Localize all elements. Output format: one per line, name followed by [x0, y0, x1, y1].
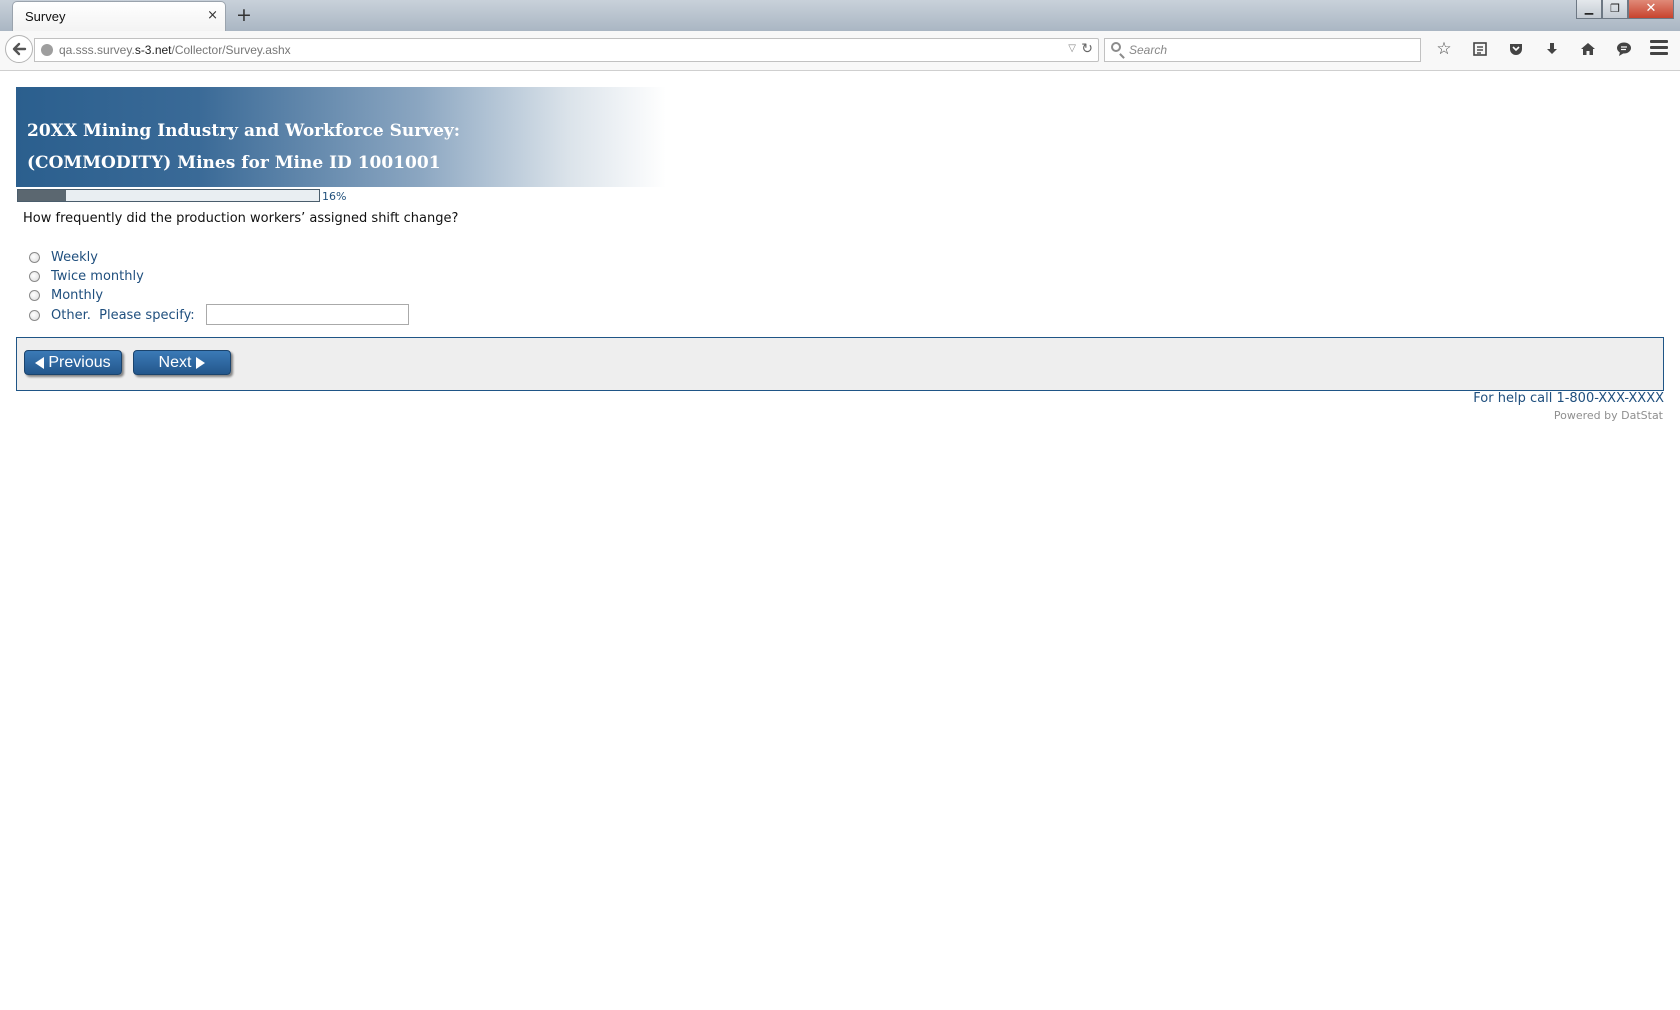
back-arrow-icon: [12, 42, 27, 56]
option-monthly[interactable]: Monthly: [29, 288, 103, 303]
question-text: How frequently did the production worker…: [23, 211, 459, 226]
download-icon[interactable]: [1538, 35, 1566, 63]
reading-list-icon[interactable]: [1466, 35, 1494, 63]
tab-title: Survey: [25, 9, 66, 24]
option-label[interactable]: Twice monthly: [51, 269, 144, 284]
back-button[interactable]: [5, 35, 33, 63]
url-text[interactable]: qa.sss.survey.s-3.net/Collector/Survey.a…: [59, 43, 291, 57]
search-bar[interactable]: [1104, 38, 1421, 62]
next-button[interactable]: Next: [133, 350, 231, 375]
arrow-left-icon: [35, 356, 45, 369]
toolbar-icons: ☆: [1430, 35, 1638, 63]
progress-fill: [18, 190, 67, 201]
previous-button[interactable]: Previous: [24, 350, 122, 375]
option-other[interactable]: Other. Please specify:: [29, 308, 195, 323]
tab-survey[interactable]: Survey ×: [12, 1, 226, 31]
option-label[interactable]: Weekly: [51, 250, 98, 265]
radio-weekly[interactable]: [29, 252, 40, 263]
option-label[interactable]: Other. Please specify:: [51, 308, 195, 323]
survey-banner: 20XX Mining Industry and Workforce Surve…: [16, 87, 666, 187]
radio-monthly[interactable]: [29, 290, 40, 301]
option-twice-monthly[interactable]: Twice monthly: [29, 269, 144, 284]
next-button-label: Next: [158, 353, 192, 371]
powered-by-text: Powered by DatStat: [1553, 409, 1663, 422]
chat-icon[interactable]: [1610, 35, 1638, 63]
close-tab-icon[interactable]: ×: [207, 8, 218, 23]
radio-other[interactable]: [29, 310, 40, 321]
minimize-window-button[interactable]: ▁: [1576, 0, 1602, 19]
survey-title-line1: 20XX Mining Industry and Workforce Surve…: [27, 121, 461, 141]
survey-title-line2: (COMMODITY) Mines for Mine ID 1001001: [27, 153, 441, 173]
option-weekly[interactable]: Weekly: [29, 250, 98, 265]
progress-bar: [17, 189, 320, 202]
site-identity-icon[interactable]: [41, 44, 53, 56]
browser-navbar: qa.sss.survey.s-3.net/Collector/Survey.a…: [0, 31, 1680, 71]
home-icon[interactable]: [1574, 35, 1602, 63]
other-specify-field[interactable]: [206, 304, 409, 325]
navigation-panel: Previous Next: [16, 337, 1664, 391]
menu-icon[interactable]: [1650, 40, 1668, 56]
window-controls: ▁ ❐ ✕: [1576, 0, 1674, 20]
search-input[interactable]: [1129, 41, 1409, 59]
new-tab-button[interactable]: +: [236, 4, 252, 26]
url-bar[interactable]: qa.sss.survey.s-3.net/Collector/Survey.a…: [34, 38, 1099, 62]
arrow-right-icon: [196, 356, 206, 369]
pocket-icon[interactable]: [1502, 35, 1530, 63]
bookmark-star-icon[interactable]: ☆: [1430, 35, 1458, 63]
previous-button-label: Previous: [48, 353, 111, 371]
search-icon: [1111, 42, 1121, 52]
progress-label: 16%: [322, 190, 347, 203]
help-text: For help call 1-800-XXX-XXXX: [1473, 391, 1664, 406]
radio-twice-monthly[interactable]: [29, 271, 40, 282]
browser-titlebar: Survey × + ▁ ❐ ✕: [0, 0, 1680, 31]
option-label[interactable]: Monthly: [51, 288, 103, 303]
url-history-dropdown-icon[interactable]: ▽: [1068, 43, 1076, 54]
reload-icon[interactable]: ↻: [1081, 41, 1093, 57]
restore-window-button[interactable]: ❐: [1602, 0, 1628, 19]
close-window-button[interactable]: ✕: [1628, 0, 1674, 19]
